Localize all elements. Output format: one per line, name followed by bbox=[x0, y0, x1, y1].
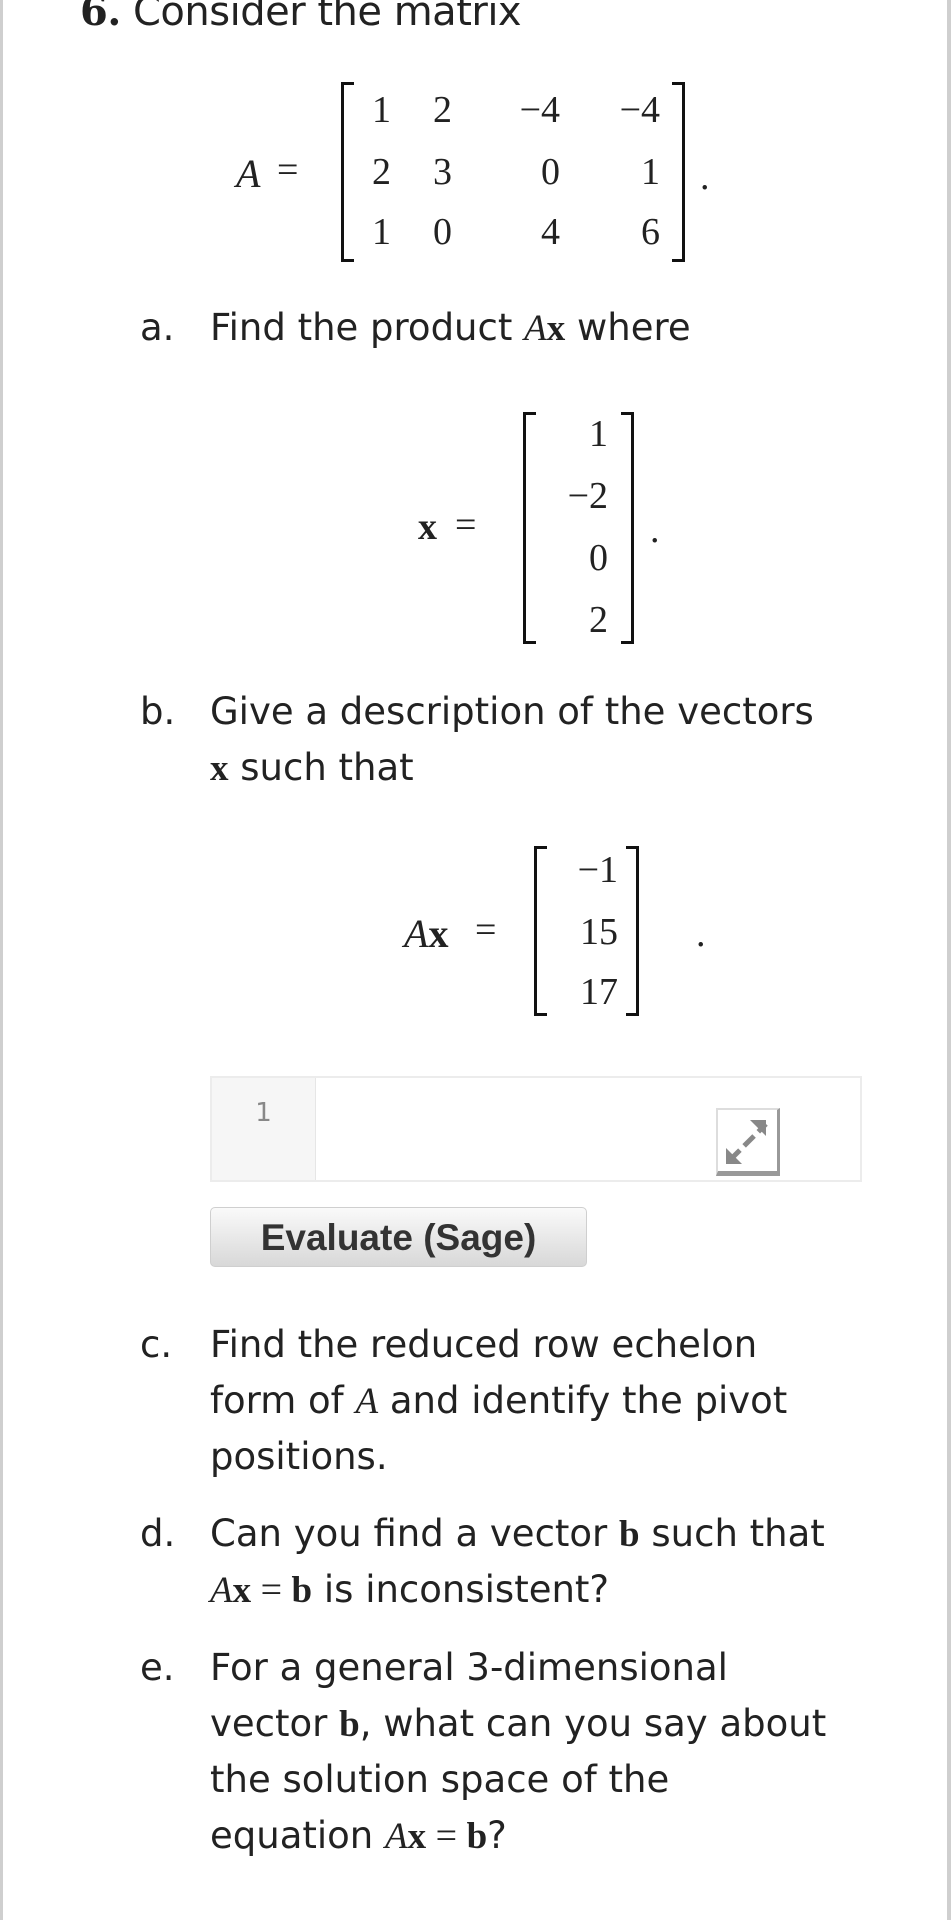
math-A: A bbox=[355, 1381, 379, 1422]
matrix-cell: 1 bbox=[372, 89, 391, 131]
expand-icon[interactable] bbox=[716, 1108, 780, 1176]
vector-cell: 1 bbox=[589, 413, 608, 455]
part-d: d. Can you find a vector b such that Ax … bbox=[140, 1512, 920, 1622]
problem-number: 6. bbox=[80, 0, 121, 35]
right-bracket bbox=[621, 412, 634, 644]
part-b-line1: Give a description of the vectors bbox=[210, 690, 814, 733]
math-A: A bbox=[210, 1570, 233, 1611]
part-e-text: vector bbox=[210, 1702, 340, 1745]
vector-cell: 17 bbox=[580, 971, 618, 1013]
problem-heading: 6. Consider the matrix bbox=[80, 0, 522, 35]
part-c: c. Find the reduced row echelon form of … bbox=[140, 1323, 920, 1493]
part-b: b. Give a description of the vectors x s… bbox=[140, 690, 900, 800]
left-bracket bbox=[523, 412, 536, 644]
math-equals: = bbox=[426, 1815, 467, 1857]
matrix-cell: 0 bbox=[541, 151, 560, 193]
math-equals: = bbox=[251, 1569, 292, 1611]
part-e: e. For a general 3-dimensional vector b,… bbox=[140, 1646, 920, 1876]
part-e-text: equation bbox=[210, 1814, 386, 1857]
part-a-text-before: Find the product bbox=[210, 306, 525, 349]
matrix-cell: 2 bbox=[372, 151, 391, 193]
vector-x-name: x bbox=[418, 506, 437, 548]
math-x: x bbox=[546, 308, 566, 349]
expand-arrows-icon bbox=[726, 1120, 768, 1164]
part-e-text: ? bbox=[487, 1814, 507, 1857]
part-d-line1: Can you find a vector b such that bbox=[210, 1512, 825, 1556]
matrix-cell: −4 bbox=[619, 89, 660, 131]
math-b: b bbox=[339, 1704, 360, 1745]
equals-sign: = bbox=[475, 909, 497, 951]
problem-intro: Consider the matrix bbox=[132, 0, 522, 35]
equals-sign: = bbox=[455, 504, 477, 546]
vector-cell: 15 bbox=[580, 911, 618, 953]
equals-sign: = bbox=[277, 149, 299, 191]
part-e-line4: equation Ax = b? bbox=[210, 1814, 507, 1858]
vector-cell: −1 bbox=[577, 849, 618, 891]
part-b-label: b. bbox=[140, 690, 176, 733]
matrix-cell: 0 bbox=[433, 211, 452, 253]
matrix-cell: 3 bbox=[433, 151, 452, 193]
page-frame bbox=[0, 0, 951, 1920]
math-A: A bbox=[524, 308, 547, 349]
right-bracket bbox=[626, 846, 639, 1016]
part-e-line3: the solution space of the bbox=[210, 1758, 670, 1801]
part-e-label: e. bbox=[140, 1646, 175, 1689]
matrix-cell: 2 bbox=[433, 89, 452, 131]
math-x: x bbox=[232, 1570, 252, 1611]
part-d-text: Can you find a vector bbox=[210, 1512, 620, 1555]
matrix-cell: −4 bbox=[519, 89, 560, 131]
part-d-text: is inconsistent? bbox=[312, 1568, 610, 1611]
right-bracket bbox=[672, 82, 685, 262]
part-c-line3: positions. bbox=[210, 1435, 388, 1478]
math-x: x bbox=[407, 1816, 427, 1857]
period: . bbox=[650, 509, 660, 551]
part-d-label: d. bbox=[140, 1512, 176, 1555]
matrix-cell: 1 bbox=[372, 211, 391, 253]
line-number-gutter: 1 bbox=[212, 1078, 316, 1180]
matrix-a-name: A bbox=[236, 151, 261, 196]
part-b-line2: x such that bbox=[210, 746, 414, 790]
math-b: b bbox=[619, 1514, 640, 1555]
part-a-text: Find the product Ax where bbox=[210, 306, 691, 350]
part-c-label: c. bbox=[140, 1323, 173, 1366]
part-c-text: form of bbox=[210, 1379, 356, 1422]
matrix-cell: 1 bbox=[641, 151, 660, 193]
period: . bbox=[700, 156, 710, 198]
vector-cell: −2 bbox=[567, 475, 608, 517]
line-number: 1 bbox=[255, 1098, 272, 1128]
math-A: A bbox=[385, 1816, 408, 1857]
part-b-line2-text: such that bbox=[228, 746, 414, 789]
part-c-line2: form of A and identify the pivot bbox=[210, 1379, 787, 1423]
part-a-label: a. bbox=[140, 306, 175, 349]
left-bracket bbox=[534, 846, 547, 1016]
math-b: b bbox=[466, 1816, 488, 1857]
sage-code-editor[interactable]: 1 bbox=[210, 1076, 862, 1182]
part-c-line1: Find the reduced row echelon bbox=[210, 1323, 758, 1366]
part-c-text: and identify the pivot bbox=[378, 1379, 788, 1422]
part-e-text: , what can you say about bbox=[359, 1702, 827, 1745]
math-b: b bbox=[291, 1570, 313, 1611]
part-e-line2: vector b, what can you say about bbox=[210, 1702, 826, 1746]
vector-cell: 2 bbox=[589, 599, 608, 641]
math-x: x bbox=[210, 748, 229, 789]
part-d-text: such that bbox=[639, 1512, 825, 1555]
matrix-cell: 6 bbox=[641, 211, 660, 253]
part-e-line1: For a general 3-dimensional bbox=[210, 1646, 728, 1689]
vector-ax-lhs: Ax bbox=[404, 911, 449, 956]
part-a-text-after: where bbox=[565, 306, 691, 349]
matrix-cell: 4 bbox=[541, 211, 560, 253]
part-d-line2: Ax = b is inconsistent? bbox=[210, 1568, 609, 1612]
vector-cell: 0 bbox=[589, 537, 608, 579]
evaluate-sage-button[interactable]: Evaluate (Sage) bbox=[210, 1207, 587, 1267]
period: . bbox=[696, 913, 706, 955]
